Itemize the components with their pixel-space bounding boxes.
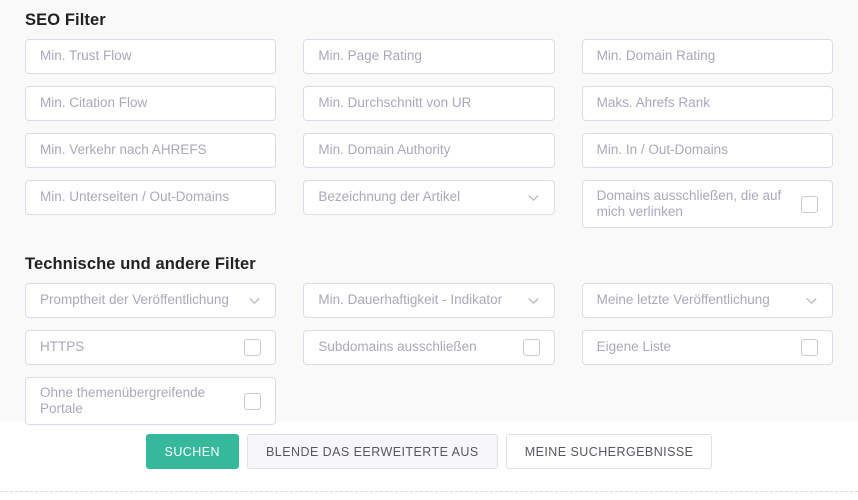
- checkbox-field-https[interactable]: HTTPS: [25, 330, 277, 365]
- seo-filter-grid: Min. Trust Flow Min. Page Rating Min. Doma…: [12, 39, 847, 240]
- field-cell-min-in-out-domains: Min. In / Out-Domains: [568, 133, 846, 180]
- search-button[interactable]: SUCHEN: [145, 434, 240, 469]
- placeholder-label-min-verkehr-nach-ahrefs: Min. Verkehr nach AHREFS: [40, 142, 207, 158]
- my-search-results-button[interactable]: MEINE SUCHERGEBNISSE: [505, 434, 713, 469]
- field-cell-eigene-liste: Eigene Liste: [568, 330, 846, 377]
- field-cell-promptheit-der-veroeffentlichung: Promptheit der Veröffentlichung: [12, 283, 290, 330]
- placeholder-label-domains-ausschliessen-die-auf-mich-verlinken: Domains ausschließen, die auf mich verli…: [596, 187, 782, 219]
- collapse-advanced-button[interactable]: BLENDE DAS EERWEITERTE AUS: [247, 434, 498, 469]
- field-cell-min-citation-flow: Min. Citation Flow: [12, 86, 290, 133]
- field-cell-min-unterseiten-out-domains: Min. Unterseiten / Out-Domains: [12, 180, 290, 240]
- checkbox-field-eigene-liste[interactable]: Eigene Liste: [581, 330, 833, 365]
- field-cell-bezeichnung-der-artikel: Bezeichnung der Artikel: [290, 180, 568, 240]
- chevron-down-icon: [527, 191, 540, 204]
- placeholder-label-min-page-rating: Min. Page Rating: [318, 48, 422, 64]
- field-cell-subdomains-ausschliessen: Subdomains ausschließen: [290, 330, 568, 377]
- bottom-divider: [0, 491, 858, 492]
- field-cell-min-domain-rating: Min. Domain Rating: [568, 39, 846, 86]
- placeholder-label-subdomains-ausschliessen: Subdomains ausschließen: [318, 339, 477, 355]
- chevron-down-icon: [805, 294, 818, 307]
- field-cell-min-domain-authority: Min. Domain Authority: [290, 133, 568, 180]
- select-field-promptheit-der-veroeffentlichung[interactable]: Promptheit der Veröffentlichung: [25, 283, 277, 318]
- checkbox-field-subdomains-ausschliessen[interactable]: Subdomains ausschließen: [303, 330, 555, 365]
- placeholder-label-https: HTTPS: [40, 339, 85, 355]
- placeholder-label-ohne-themenuebergreifende-portale: Ohne themenübergreifende Portale: [40, 384, 206, 416]
- input-field-min-trust-flow[interactable]: Min. Trust Flow: [25, 39, 277, 74]
- field-cell-ohne-themenuebergreifende-portale: Ohne themenübergreifende Portale: [12, 377, 290, 437]
- field-cell-maks-ahrefs-rank: Maks. Ahrefs Rank: [568, 86, 846, 133]
- input-field-min-in-out-domains[interactable]: Min. In / Out-Domains: [581, 133, 833, 168]
- technical-filter-heading: Technische und andere Filter: [25, 255, 256, 273]
- field-cell-min-dauerhaftigkeit-indikator: Min. Dauerhaftigkeit - Indikator: [290, 283, 568, 330]
- chevron-down-icon: [248, 294, 261, 307]
- field-cell-min-page-rating: Min. Page Rating: [290, 39, 568, 86]
- checkbox-field-domains-ausschliessen-die-auf-mich-verlinken[interactable]: Domains ausschließen, die auf mich verli…: [581, 180, 833, 228]
- placeholder-label-eigene-liste: Eigene Liste: [596, 339, 671, 355]
- placeholder-label-min-citation-flow: Min. Citation Flow: [40, 95, 148, 111]
- placeholder-label-maks-ahrefs-rank: Maks. Ahrefs Rank: [596, 95, 710, 111]
- input-field-min-page-rating[interactable]: Min. Page Rating: [303, 39, 555, 74]
- placeholder-label-min-trust-flow: Min. Trust Flow: [40, 48, 132, 64]
- checkbox-eigene-liste[interactable]: [800, 339, 818, 356]
- input-field-min-verkehr-nach-ahrefs[interactable]: Min. Verkehr nach AHREFS: [25, 133, 277, 168]
- input-field-min-domain-rating[interactable]: Min. Domain Rating: [581, 39, 833, 74]
- placeholder-label-min-in-out-domains: Min. In / Out-Domains: [596, 142, 728, 158]
- placeholder-label-min-domain-authority: Min. Domain Authority: [318, 142, 451, 158]
- checkbox-ohne-themenuebergreifende-portale[interactable]: [244, 392, 262, 410]
- field-cell-meine-letzte-veroeffentlichung: Meine letzte Veröffentlichung: [568, 283, 846, 330]
- input-field-min-durchschnitt-von-ur[interactable]: Min. Durchschnitt von UR: [303, 86, 555, 121]
- placeholder-label-min-unterseiten-out-domains: Min. Unterseiten / Out-Domains: [40, 189, 230, 205]
- chevron-down-icon: [527, 294, 540, 307]
- checkbox-https[interactable]: [244, 339, 262, 356]
- checkbox-field-ohne-themenuebergreifende-portale[interactable]: Ohne themenübergreifende Portale: [25, 377, 277, 425]
- placeholder-label-min-durchschnitt-von-ur: Min. Durchschnitt von UR: [318, 95, 472, 111]
- technical-filter-grid: Promptheit der Veröffentlichung Min. Daue…: [12, 283, 847, 437]
- field-cell-min-durchschnitt-von-ur: Min. Durchschnitt von UR: [290, 86, 568, 133]
- field-cell-domains-ausschliessen-die-auf-mich-verlinken: Domains ausschließen, die auf mich verli…: [568, 180, 846, 240]
- checkbox-domains-ausschliessen-die-auf-mich-verlinken[interactable]: [800, 195, 818, 213]
- field-cell-min-verkehr-nach-ahrefs: Min. Verkehr nach AHREFS: [12, 133, 290, 180]
- placeholder-label-min-dauerhaftigkeit-indikator: Min. Dauerhaftigkeit - Indikator: [318, 292, 503, 308]
- field-cell-https: HTTPS: [12, 330, 290, 377]
- select-field-bezeichnung-der-artikel[interactable]: Bezeichnung der Artikel: [303, 180, 555, 215]
- seo-filter-heading: SEO Filter: [25, 11, 106, 29]
- input-field-min-domain-authority[interactable]: Min. Domain Authority: [303, 133, 555, 168]
- field-cell-min-trust-flow: Min. Trust Flow: [12, 39, 290, 86]
- checkbox-subdomains-ausschliessen[interactable]: [522, 339, 540, 356]
- placeholder-label-meine-letzte-veroeffentlichung: Meine letzte Veröffentlichung: [596, 292, 770, 308]
- input-field-maks-ahrefs-rank[interactable]: Maks. Ahrefs Rank: [581, 86, 833, 121]
- placeholder-label-min-domain-rating: Min. Domain Rating: [596, 48, 716, 64]
- placeholder-label-bezeichnung-der-artikel: Bezeichnung der Artikel: [318, 189, 461, 205]
- input-field-min-citation-flow[interactable]: Min. Citation Flow: [25, 86, 277, 121]
- select-field-meine-letzte-veroeffentlichung[interactable]: Meine letzte Veröffentlichung: [581, 283, 833, 318]
- filter-panel: SEO Filter Min. Trust Flow Min. Page Rati…: [0, 0, 858, 425]
- input-field-min-unterseiten-out-domains[interactable]: Min. Unterseiten / Out-Domains: [25, 180, 277, 215]
- placeholder-label-promptheit-der-veroeffentlichung: Promptheit der Veröffentlichung: [40, 292, 229, 308]
- select-field-min-dauerhaftigkeit-indikator[interactable]: Min. Dauerhaftigkeit - Indikator: [303, 283, 555, 318]
